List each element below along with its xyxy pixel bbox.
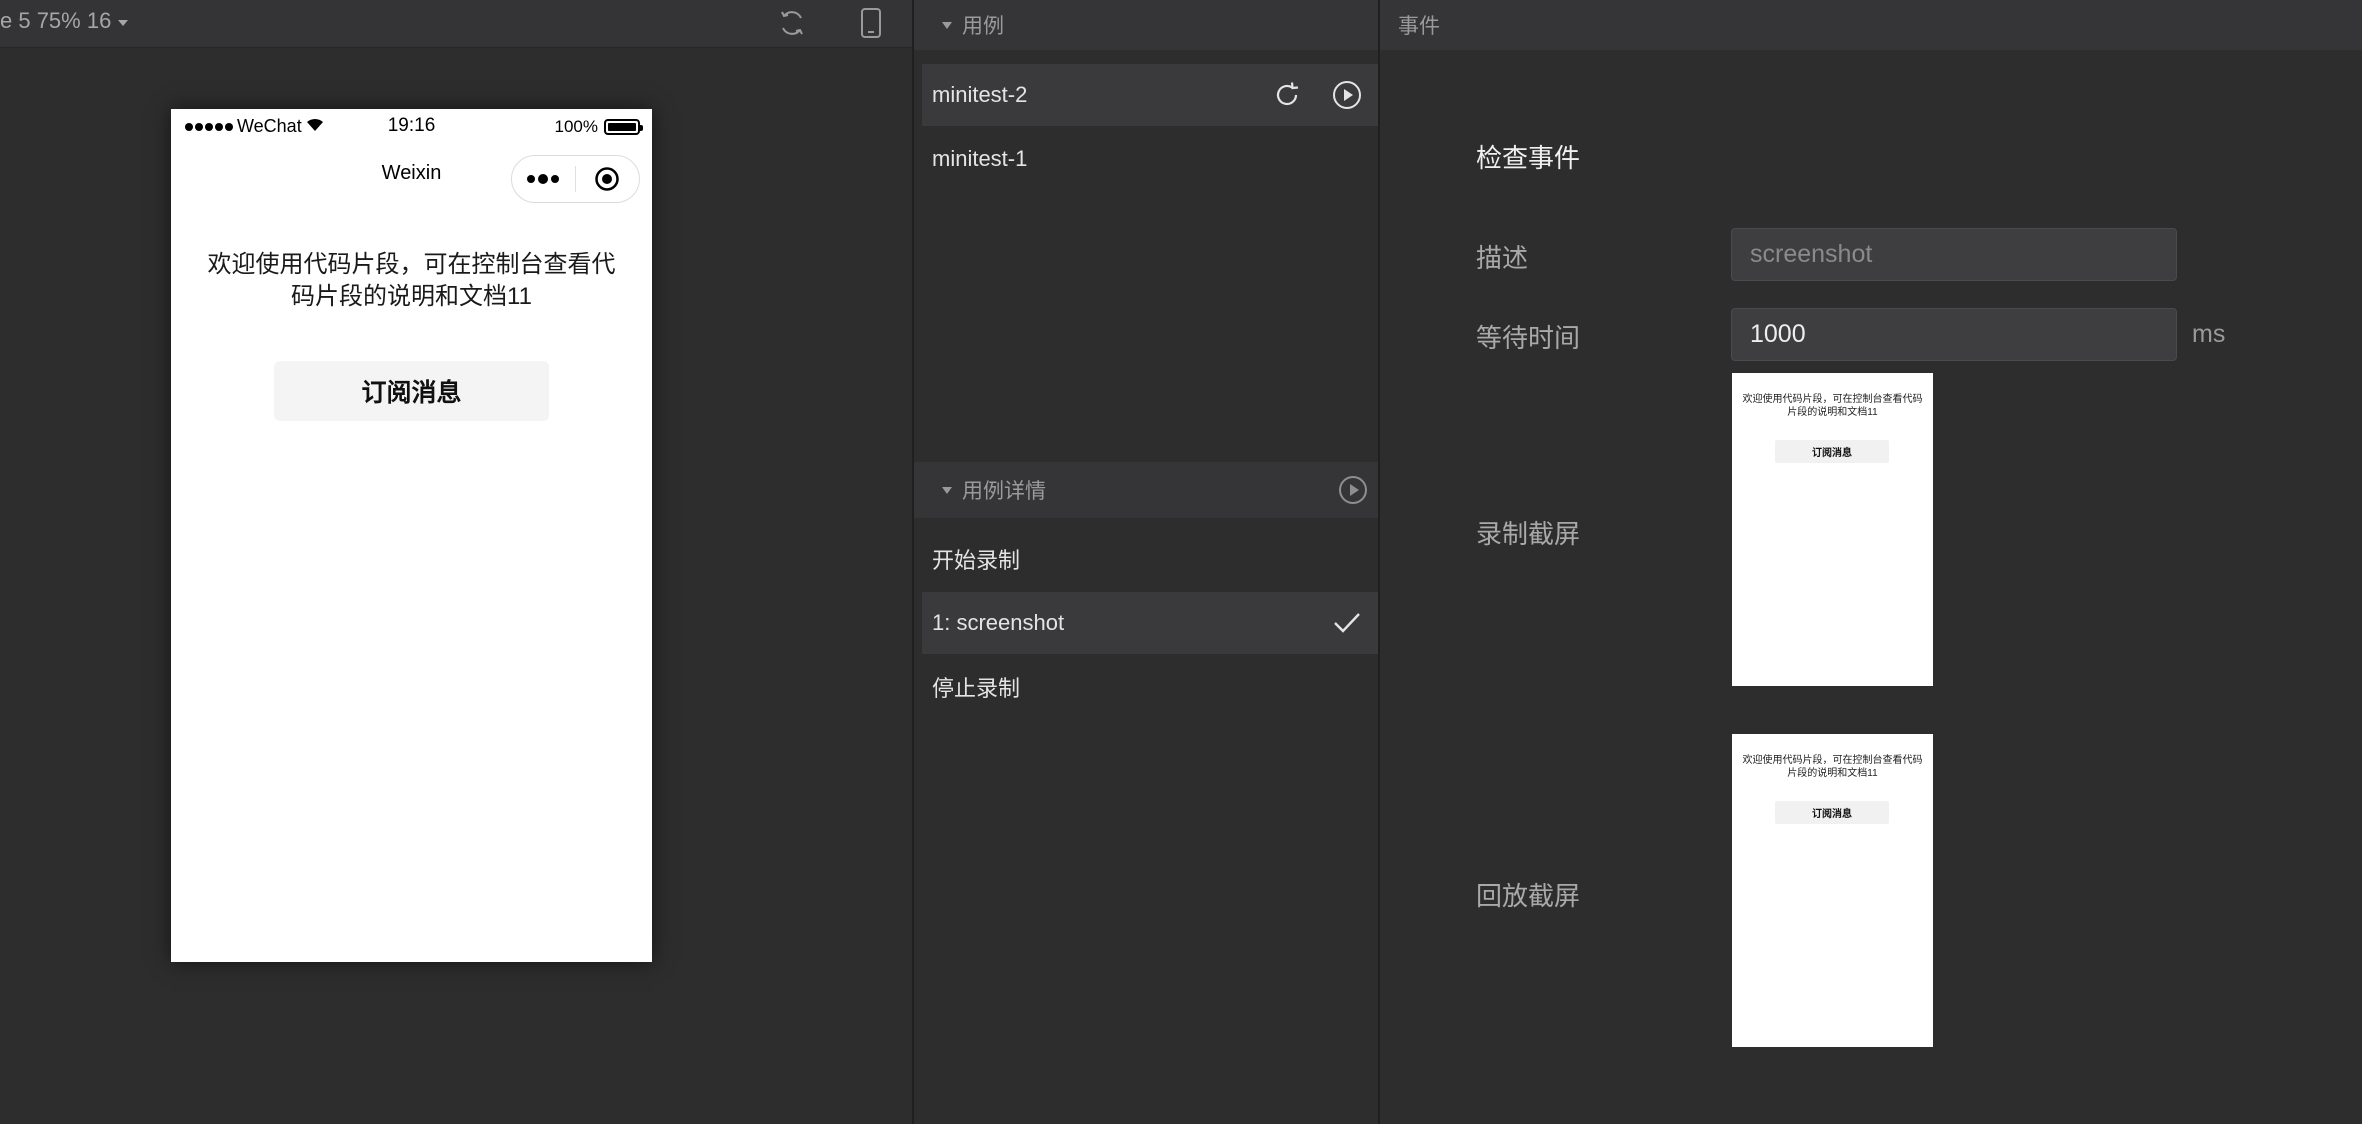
- refresh-icon[interactable]: [1270, 78, 1304, 112]
- cases-panel: 用例 minitest-2 minitest-1 用例详情 开始录制 1: sc…: [914, 0, 1378, 1124]
- play-icon[interactable]: [1330, 78, 1364, 112]
- thumb-subscribe-button: 订阅消息: [1775, 801, 1889, 824]
- checkmark-icon: [1330, 606, 1364, 640]
- thumb-subscribe-button: 订阅消息: [1775, 440, 1889, 463]
- case-detail-section-header[interactable]: 用例详情: [914, 462, 1378, 518]
- step-stop-record[interactable]: 停止录制: [922, 656, 1378, 718]
- event-panel: 事件 检查事件 描述 等待时间 ms 录制截屏 欢迎使用代码片段，可在控制台查看…: [1380, 0, 2362, 1124]
- step-screenshot[interactable]: 1: screenshot: [922, 592, 1378, 654]
- phone-screen: WeChat 19:16 100% Weixin 欢迎使用代码片段，可在控制台查…: [171, 109, 652, 962]
- intro-text: 欢迎使用代码片段，可在控制台查看代码片段的说明和文档11: [207, 251, 616, 310]
- case-item-label: minitest-2: [932, 82, 1028, 107]
- event-section-header: 事件: [1380, 0, 2362, 50]
- step-label: 开始录制: [932, 548, 1021, 573]
- event-header-label: 事件: [1398, 15, 1440, 38]
- case-detail-header-label: 用例详情: [962, 480, 1046, 503]
- rotate-icon[interactable]: [775, 6, 809, 40]
- case-item-label: minitest-1: [932, 146, 1028, 171]
- battery-percent: 100%: [554, 117, 598, 136]
- cases-section-header[interactable]: 用例: [914, 0, 1378, 50]
- description-label: 描述: [1476, 243, 1529, 273]
- subscribe-button[interactable]: 订阅消息: [274, 361, 549, 421]
- case-item-minitest-2[interactable]: minitest-2: [922, 64, 1378, 126]
- wait-time-input[interactable]: [1731, 308, 2177, 361]
- device-zoom-label: e 5 75% 16: [0, 8, 112, 33]
- step-label: 1: screenshot: [932, 610, 1065, 635]
- device-zoom-select[interactable]: e 5 75% 16: [0, 6, 129, 36]
- phone-device-icon[interactable]: [854, 6, 888, 40]
- case-item-minitest-1[interactable]: minitest-1: [922, 128, 1378, 190]
- navigation-bar: Weixin: [171, 145, 652, 205]
- close-miniprogram-icon[interactable]: [576, 156, 639, 202]
- status-bar: WeChat 19:16 100%: [171, 109, 652, 145]
- caret-down-icon: [942, 21, 952, 29]
- thumb-intro-text: 欢迎使用代码片段，可在控制台查看代码片段的说明和文档11: [1742, 394, 1923, 418]
- wait-time-unit: ms: [2192, 320, 2226, 348]
- replay-screenshot-image[interactable]: 欢迎使用代码片段，可在控制台查看代码片段的说明和文档11 订阅消息: [1732, 734, 1933, 1047]
- wait-time-label: 等待时间: [1476, 323, 1581, 353]
- simulator-panel: e 5 75% 16 WeChat 19:16 100% Weixin 欢迎使用…: [0, 0, 912, 1124]
- replay-screenshot-label: 回放截屏: [1476, 881, 1581, 911]
- caret-down-icon: [942, 486, 952, 494]
- chevron-down-icon: [117, 6, 129, 36]
- thumb-intro-text: 欢迎使用代码片段，可在控制台查看代码片段的说明和文档11: [1742, 755, 1923, 779]
- more-icon[interactable]: [512, 156, 575, 202]
- record-screenshot-label: 录制截屏: [1476, 519, 1581, 549]
- step-start-record[interactable]: 开始录制: [922, 528, 1378, 590]
- cases-header-label: 用例: [962, 15, 1004, 38]
- record-screenshot-image[interactable]: 欢迎使用代码片段，可在控制台查看代码片段的说明和文档11 订阅消息: [1732, 373, 1933, 686]
- menu-capsule: [511, 155, 640, 203]
- description-input[interactable]: [1731, 228, 2177, 281]
- simulator-toolbar: e 5 75% 16: [0, 0, 912, 48]
- event-title: 检查事件: [1476, 143, 1581, 173]
- battery-icon: [604, 119, 643, 135]
- play-icon[interactable]: [1338, 475, 1368, 511]
- step-label: 停止录制: [932, 676, 1021, 701]
